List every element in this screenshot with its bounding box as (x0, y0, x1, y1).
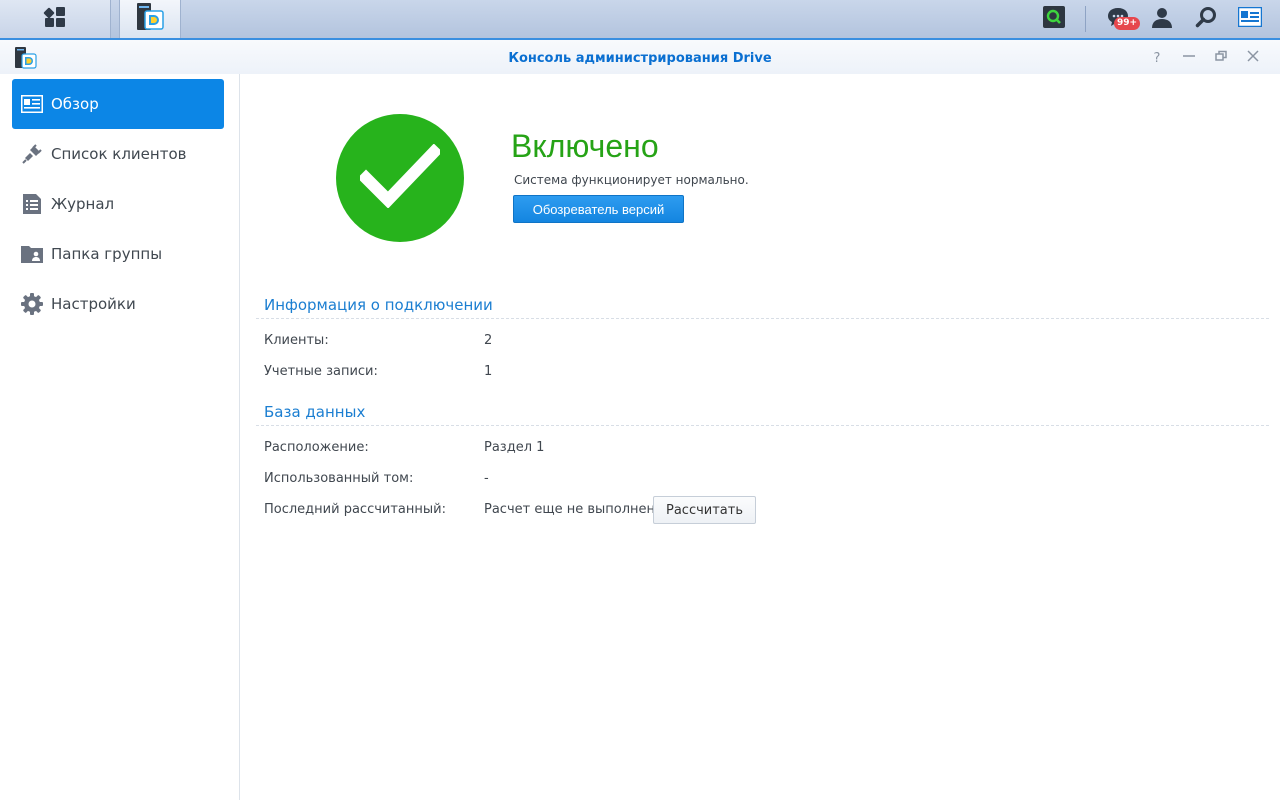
widgets-button[interactable] (1232, 0, 1268, 38)
checkmark-icon (357, 143, 443, 212)
main-menu-button[interactable] (0, 0, 111, 38)
overview-icon (21, 93, 43, 115)
section-divider (256, 318, 1269, 319)
widgets-icon (1237, 6, 1263, 31)
sidebar-item-label: Журнал (51, 195, 115, 213)
database-title: База данных (264, 403, 366, 421)
notification-count-badge: 99+ (1114, 17, 1141, 30)
taskbar-separator (1085, 6, 1086, 32)
window-title: Консоль администрирования Drive (508, 51, 772, 66)
clients-value: 2 (484, 333, 493, 348)
taskbar: 99+ (0, 0, 1280, 40)
search-icon (1195, 6, 1217, 32)
main-panel: Включено Система функционирует нормально… (241, 74, 1280, 800)
close-icon (1247, 50, 1259, 66)
used-volume-value: - (484, 471, 489, 486)
team-folder-icon (21, 243, 43, 265)
last-calculated-label: Последний рассчитанный: (264, 502, 446, 517)
sidebar: Обзор Список клиентов Журнал Папка групп… (0, 74, 240, 800)
sidebar-item-client-list[interactable]: Список клиентов (12, 129, 224, 179)
resource-monitor-button[interactable] (1036, 0, 1072, 38)
resource-monitor-icon (1043, 6, 1065, 32)
log-icon (21, 193, 43, 215)
minimize-button[interactable] (1180, 49, 1198, 67)
connection-info-title: Информация о подключении (264, 296, 493, 314)
main-menu-icon (43, 5, 67, 33)
restore-icon (1215, 50, 1227, 66)
location-label: Расположение: (264, 440, 369, 455)
status-title: Включено (511, 128, 659, 164)
sidebar-item-overview[interactable]: Обзор (12, 79, 224, 129)
sidebar-item-label: Папка группы (51, 245, 163, 263)
section-divider (256, 425, 1269, 426)
help-icon: ? (1153, 50, 1161, 66)
sidebar-item-team-folder[interactable]: Папка группы (12, 229, 224, 279)
gear-icon (21, 293, 43, 315)
clients-label: Клиенты: (264, 333, 329, 348)
last-calculated-value: Расчет еще не выполнен (484, 502, 656, 517)
used-volume-label: Использованный том: (264, 471, 414, 486)
help-button[interactable]: ? (1148, 49, 1166, 67)
sidebar-item-label: Настройки (51, 295, 136, 313)
status-indicator (336, 114, 464, 242)
user-menu-button[interactable] (1144, 0, 1180, 38)
accounts-label: Учетные записи: (264, 364, 378, 379)
version-explorer-button[interactable]: Обозреватель версий (513, 195, 684, 223)
restore-button[interactable] (1212, 49, 1230, 67)
sidebar-item-settings[interactable]: Настройки (12, 279, 224, 329)
user-icon (1151, 6, 1173, 32)
minimize-icon (1183, 50, 1195, 66)
sidebar-item-log[interactable]: Журнал (12, 179, 224, 229)
window-titlebar: Консоль администрирования Drive ? (0, 40, 1280, 74)
status-description: Система функционирует нормально. (514, 173, 749, 187)
close-button[interactable] (1244, 49, 1262, 67)
sidebar-item-label: Обзор (51, 95, 99, 113)
drive-app-icon (134, 1, 166, 37)
plug-icon (21, 143, 43, 165)
accounts-value: 1 (484, 364, 493, 379)
search-button[interactable] (1188, 0, 1224, 38)
sidebar-item-label: Список клиентов (51, 145, 187, 163)
calculate-button[interactable]: Рассчитать (653, 496, 756, 524)
taskbar-drive-app-button[interactable] (119, 0, 181, 38)
location-value: Раздел 1 (484, 440, 545, 455)
